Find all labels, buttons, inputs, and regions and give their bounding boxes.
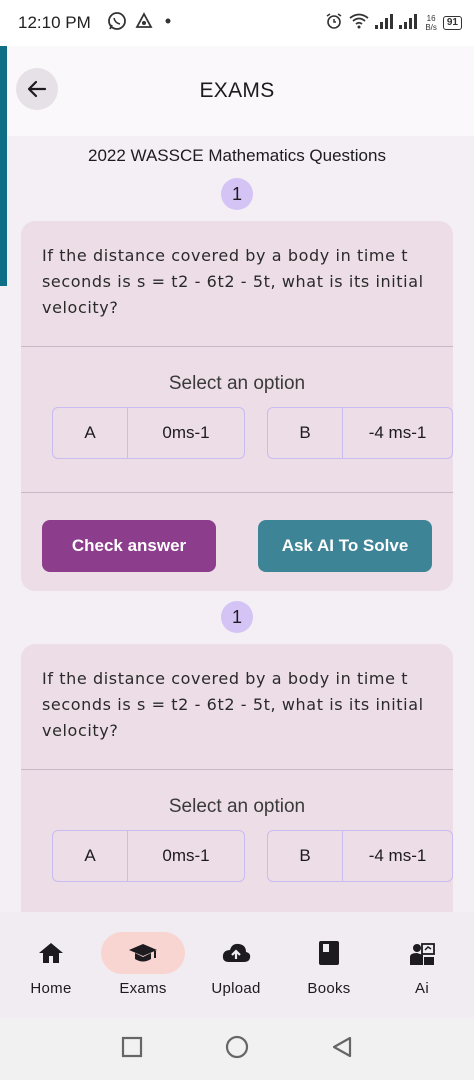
left-edge-accent [0,46,7,286]
nav-label: Upload [211,980,261,997]
ai-teacher-icon [410,943,435,965]
card-divider [21,492,453,493]
home-system-button[interactable] [224,1034,250,1065]
option-letter: A [53,831,128,881]
whatsapp-icon [107,11,127,36]
nav-upload[interactable]: Upload [191,932,281,997]
graduation-cap-icon [129,944,157,962]
nav-books[interactable]: Books [284,932,374,997]
option-b[interactable]: B -4 ms-1 [267,830,453,882]
triangle-back-icon [333,1036,352,1057]
circle-icon [225,1035,249,1058]
home-icon [39,943,63,963]
alarm-icon [325,12,343,35]
network-speed: 16 B/s [425,14,437,32]
option-text: 0ms-1 [162,423,210,442]
question-text: If the distance covered by a body in tim… [42,246,424,317]
question-card: If the distance covered by a body in tim… [21,221,453,591]
option-text: 0ms-1 [162,846,210,865]
select-option-label: Select an option [168,373,306,394]
option-letter: A [53,408,128,458]
signal-icon [375,13,419,34]
option-letter: B [268,831,343,881]
bottom-navigation: Home Exams Upload Books Ai [0,912,474,1018]
network-speed-value: 16 [426,14,436,23]
nav-label: Exams [119,980,167,997]
option-a[interactable]: A 0ms-1 [52,407,245,459]
option-a[interactable]: A 0ms-1 [52,830,245,882]
nav-ai[interactable]: Ai [377,932,467,997]
nav-label: Ai [415,980,429,997]
app-bar: EXAMS [0,46,474,136]
nav-exams[interactable]: Exams [98,932,188,997]
network-speed-unit: B/s [425,23,437,32]
status-bar: 12:10 PM 16 B/s 91 [0,0,474,46]
question-number-badge: 1 [221,178,253,210]
question-card: If the distance covered by a body in tim… [21,644,453,912]
option-b[interactable]: B -4 ms-1 [267,407,453,459]
battery-indicator: 91 [442,16,462,30]
question-text: If the distance covered by a body in tim… [42,669,424,740]
check-answer-button[interactable]: Check answer [42,520,216,572]
notification-dot-icon [161,14,175,33]
ask-ai-button[interactable]: Ask AI To Solve [258,520,432,572]
system-navigation-bar [0,1018,474,1080]
nav-home[interactable]: Home [6,932,96,997]
back-system-button[interactable] [331,1035,353,1064]
exam-subtitle: 2022 WASSCE Mathematics Questions [88,146,386,165]
status-time: 12:10 PM [18,13,91,32]
nav-label: Books [307,980,351,997]
cloud-upload-icon [222,943,251,962]
option-text: -4 ms-1 [368,423,427,442]
wifi-icon [349,13,369,34]
page-title: EXAMS [199,79,275,102]
option-text: -4 ms-1 [368,846,427,865]
card-divider [21,769,453,770]
option-letter: B [268,408,343,458]
nav-label: Home [30,980,72,997]
book-icon [319,941,339,965]
drive-icon [135,11,153,35]
question-number-badge: 1 [221,601,253,633]
select-option-label: Select an option [168,796,306,817]
recent-apps-button[interactable] [121,1036,143,1063]
card-divider [21,346,453,347]
square-icon [121,1036,142,1057]
